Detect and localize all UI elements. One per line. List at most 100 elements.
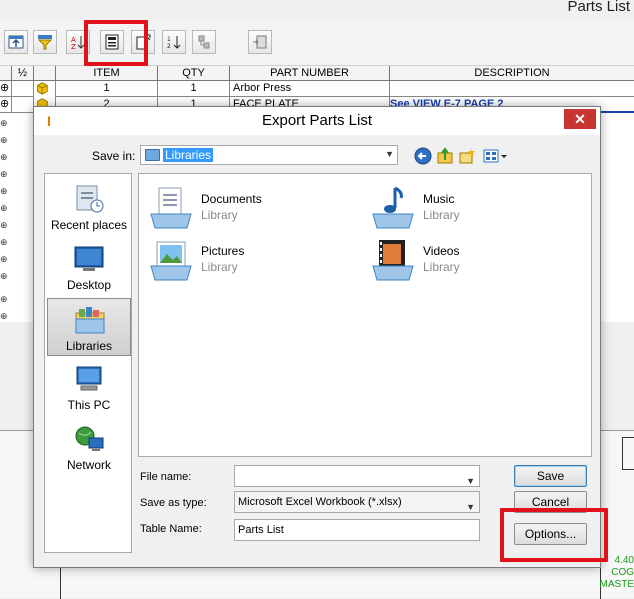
column-header-item[interactable]: ITEM (56, 66, 158, 81)
place-label: Recent places (50, 218, 128, 232)
file-list-view: Documents Library Music Library Pictures… (138, 173, 592, 457)
cell-item: 1 (56, 81, 158, 97)
column-header-part-number[interactable]: PART NUMBER (230, 66, 390, 81)
row-marker-icon: ⊕ (0, 97, 12, 113)
drawing-box-edge (622, 437, 634, 438)
cell-qty: 1 (158, 81, 230, 97)
libraries-icon (75, 307, 105, 334)
desktop-icon (74, 246, 104, 271)
place-label: Libraries (65, 339, 113, 353)
chevron-down-icon[interactable]: ▼ (466, 471, 475, 491)
row-marker-icon: ⊕ (0, 237, 8, 247)
bom-button[interactable] (248, 30, 272, 54)
library-type: Library (423, 260, 460, 274)
export-parts-list-dialog: I Export Parts List ✕ Save in: Libraries… (33, 106, 601, 568)
row-marker-icon: ⊕ (0, 220, 8, 230)
bom-icon (253, 35, 267, 49)
library-name: Pictures (201, 244, 245, 258)
save-in-value: Libraries (163, 148, 214, 162)
row-check-cell (12, 81, 34, 97)
library-name: Documents (201, 192, 262, 206)
place-this-pc[interactable]: This PC (47, 358, 131, 416)
svg-text:Z: Z (71, 43, 76, 50)
filter-icon (37, 35, 53, 50)
renumber-icon: 12 (167, 36, 181, 50)
chevron-down-icon[interactable]: ▼ (385, 149, 394, 159)
places-bar: Recent places Desktop Libraries This PC … (44, 173, 132, 553)
new-folder-icon[interactable] (458, 147, 476, 165)
place-libraries[interactable]: Libraries (47, 298, 131, 356)
row-marker-icon: ⊕ (0, 81, 12, 97)
table-name-field[interactable]: Parts List (234, 519, 480, 541)
view-menu-icon[interactable] (482, 147, 508, 165)
place-recent-places[interactable]: Recent places (47, 178, 131, 236)
place-label: Network (66, 458, 111, 472)
drawing-box-edge (622, 469, 634, 470)
svg-text:2: 2 (167, 43, 171, 50)
export-button[interactable] (4, 30, 28, 54)
row-marker-icon: ⊕ (0, 311, 8, 321)
this-pc-icon (76, 366, 102, 391)
file-name-label: File name: (140, 471, 192, 483)
up-folder-icon[interactable] (436, 147, 454, 165)
cell-description (390, 81, 634, 97)
part-cube-icon (34, 81, 56, 97)
place-desktop[interactable]: Desktop (47, 238, 131, 296)
place-network[interactable]: Network (47, 418, 131, 476)
grid-head-marker (0, 66, 12, 81)
row-marker-icon: ⊕ (0, 203, 8, 213)
row-marker-icon: ⊕ (0, 135, 8, 145)
inventor-app-icon: I (47, 113, 51, 129)
member-button[interactable] (192, 30, 216, 54)
save-in-label: Save in: (92, 149, 136, 163)
column-header-description[interactable]: DESCRIPTION (390, 66, 634, 81)
renumber-button[interactable]: 12 (162, 30, 186, 54)
chevron-down-icon[interactable]: ▼ (466, 497, 475, 517)
cell-part-number: Arbor Press (230, 81, 390, 97)
library-name: Videos (423, 244, 460, 258)
library-type: Library (423, 208, 460, 222)
save-as-type-value: Microsoft Excel Workbook (*.xlsx) (238, 496, 402, 508)
network-icon (75, 426, 104, 451)
library-type: Library (201, 208, 238, 222)
highlight-annotation-toolbar (84, 20, 148, 66)
highlight-annotation-options (500, 508, 608, 562)
row-marker-icon: ⊕ (0, 118, 8, 128)
table-row[interactable]: ⊕ 1 1 Arbor Press (0, 81, 634, 97)
dialog-title-bar: I Export Parts List ✕ (34, 107, 600, 135)
grid-head-corner[interactable]: ½ (12, 66, 34, 81)
save-as-type-label: Save as type: (140, 497, 207, 509)
app-title: Parts List (0, 0, 634, 22)
row-marker-icon: ⊕ (0, 169, 8, 179)
close-button[interactable]: ✕ (564, 109, 596, 129)
table-name-value: Parts List (238, 524, 284, 536)
documents-library-icon (150, 187, 192, 229)
table-name-label: Table Name: (140, 523, 202, 535)
videos-library-icon (372, 240, 414, 281)
file-name-field[interactable]: ▼ (234, 465, 480, 487)
place-label: Desktop (66, 278, 112, 292)
back-icon[interactable] (414, 147, 432, 165)
recent-places-icon (76, 185, 104, 213)
save-as-type-dropdown[interactable]: Microsoft Excel Workbook (*.xlsx) ▼ (234, 491, 480, 513)
place-label: This PC (67, 398, 111, 412)
dialog-title: Export Parts List (261, 112, 373, 129)
row-marker-icon: ⊕ (0, 254, 8, 264)
pictures-library-icon (150, 241, 192, 281)
library-type: Library (201, 260, 238, 274)
table-export-icon (8, 35, 24, 49)
drawing-annotation: COG (611, 567, 634, 578)
drawing-annotation: MASTE (599, 579, 634, 590)
library-item-pictures[interactable]: Pictures Library (143, 236, 343, 286)
library-name: Music (423, 192, 455, 206)
column-header-qty[interactable]: QTY (158, 66, 230, 81)
library-item-music[interactable]: Music Library (365, 184, 565, 234)
library-item-videos[interactable]: Videos Library (365, 236, 565, 286)
libraries-folder-icon (145, 149, 160, 161)
drawing-box-edge (622, 437, 623, 469)
row-marker-icon: ⊕ (0, 294, 8, 304)
save-in-dropdown[interactable]: Libraries ▼ (140, 145, 398, 165)
filter-button[interactable] (33, 30, 57, 54)
library-item-documents[interactable]: Documents Library (143, 184, 343, 234)
save-button[interactable]: Save (514, 465, 587, 487)
